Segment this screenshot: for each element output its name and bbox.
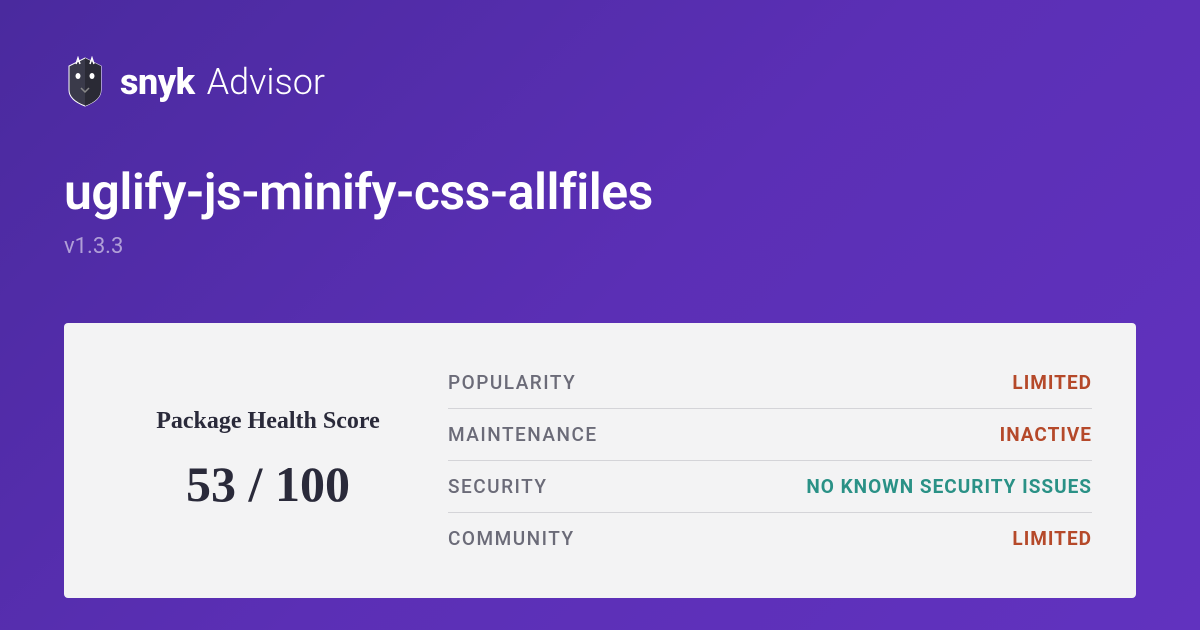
package-name: uglify-js-minify-css-allfiles	[64, 164, 1136, 222]
metric-label: COMMUNITY	[448, 527, 575, 550]
brand-subtitle: Advisor	[207, 61, 325, 103]
brand-header: snyk Advisor	[64, 56, 1136, 108]
metric-value: LIMITED	[1012, 371, 1092, 394]
score-value: 53 / 100	[186, 455, 350, 513]
brand-name: snyk	[120, 61, 195, 103]
metric-row: SECURITY NO KNOWN SECURITY ISSUES	[448, 461, 1092, 513]
snyk-logo-icon	[64, 56, 106, 108]
health-card: Package Health Score 53 / 100 POPULARITY…	[64, 323, 1136, 598]
metric-label: POPULARITY	[448, 371, 576, 394]
package-version: v1.3.3	[64, 234, 1136, 259]
metric-row: POPULARITY LIMITED	[448, 357, 1092, 409]
metric-label: SECURITY	[448, 475, 547, 498]
metric-row: MAINTENANCE INACTIVE	[448, 409, 1092, 461]
metric-row: COMMUNITY LIMITED	[448, 513, 1092, 564]
metric-value: NO KNOWN SECURITY ISSUES	[806, 475, 1092, 498]
score-section: Package Health Score 53 / 100	[108, 357, 448, 564]
metric-value: LIMITED	[1012, 527, 1092, 550]
score-title: Package Health Score	[156, 408, 380, 435]
metric-value: INACTIVE	[1000, 423, 1092, 446]
metric-label: MAINTENANCE	[448, 423, 598, 446]
metrics-list: POPULARITY LIMITED MAINTENANCE INACTIVE …	[448, 357, 1092, 564]
